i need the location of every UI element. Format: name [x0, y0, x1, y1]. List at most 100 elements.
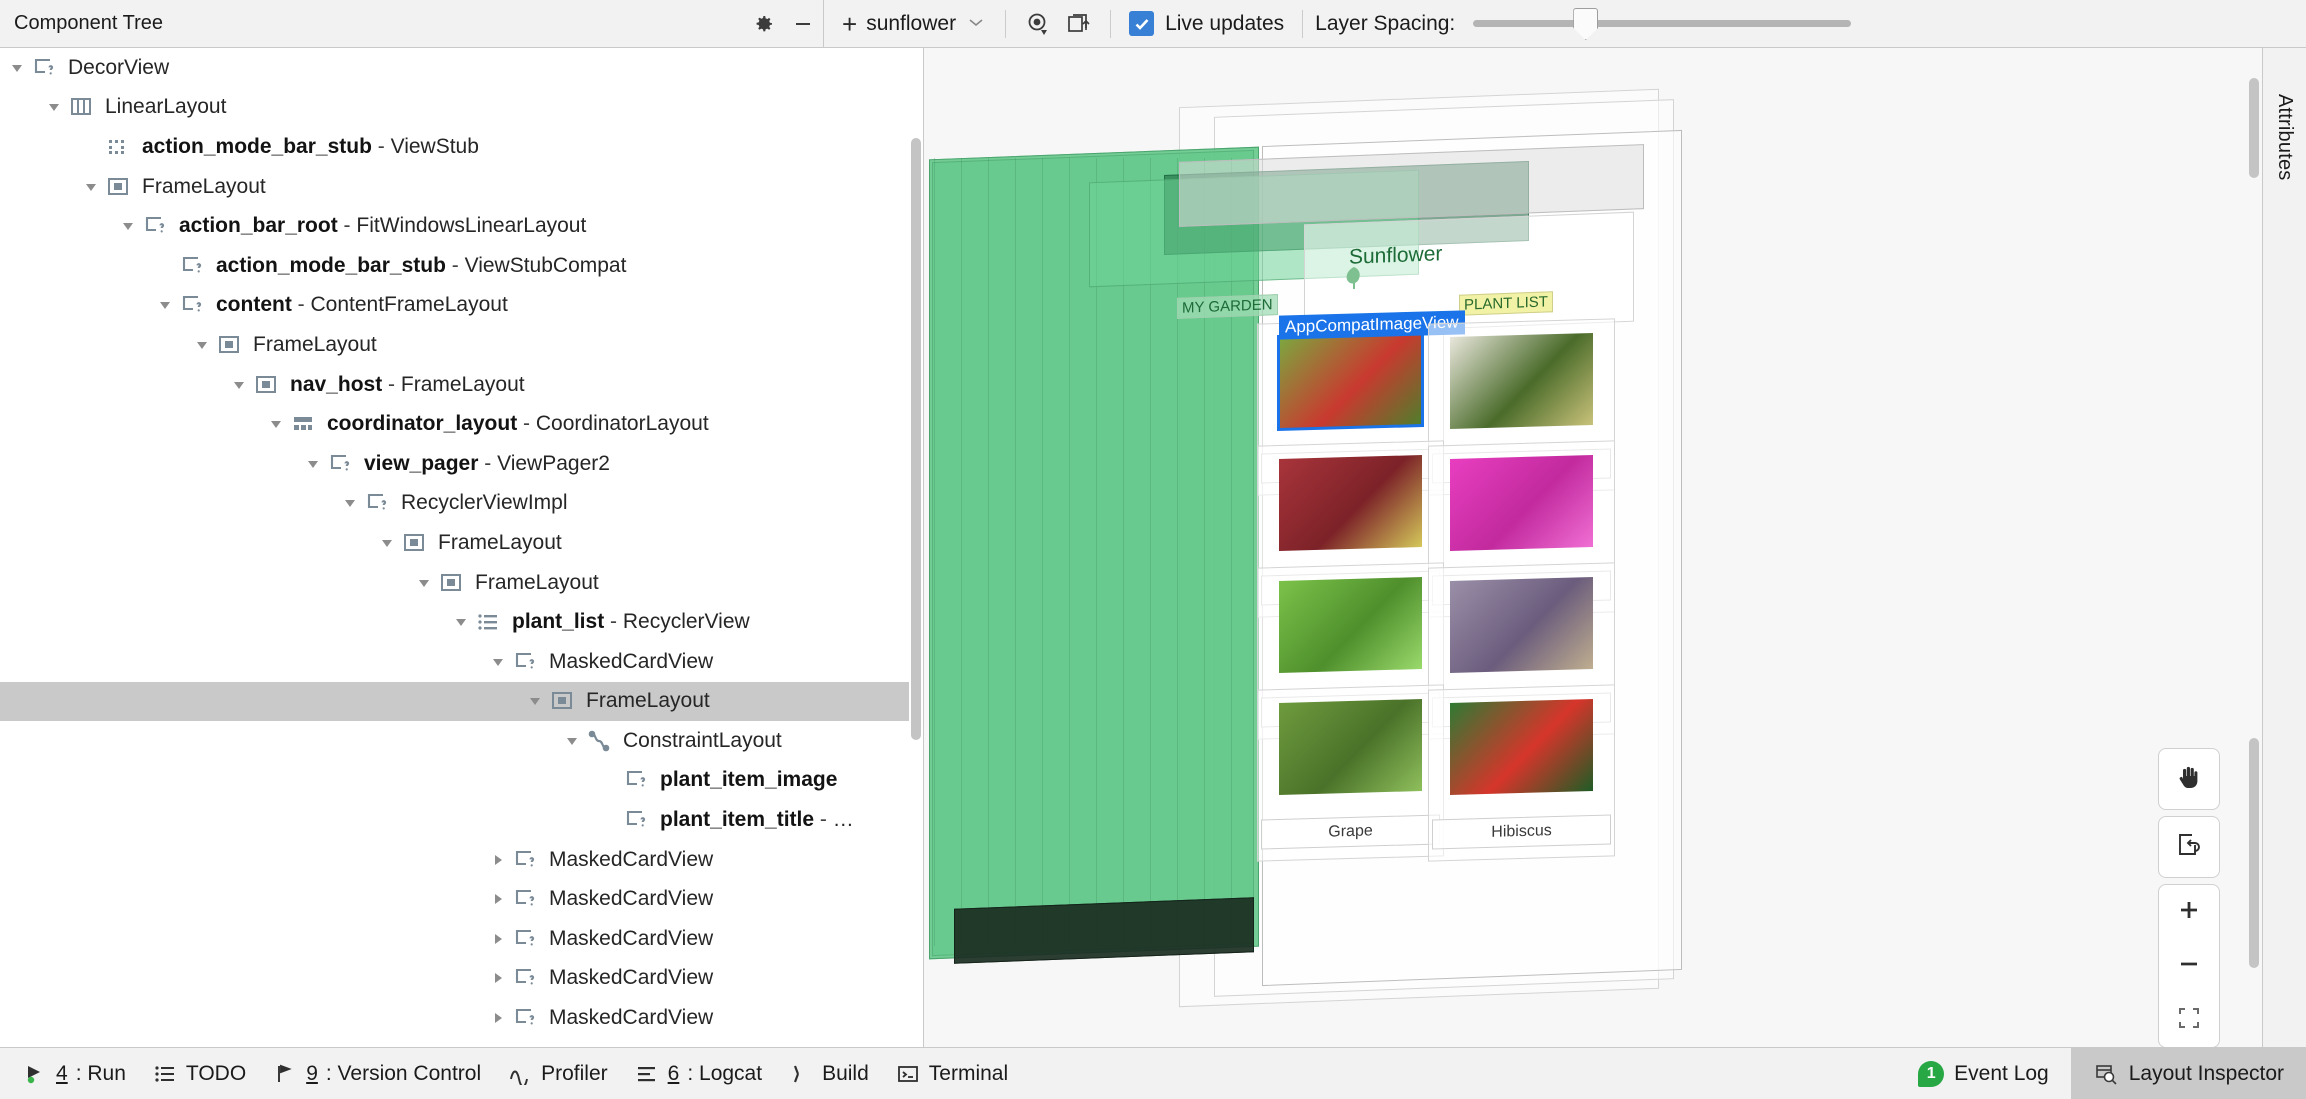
- live-updates-checkbox[interactable]: [1129, 11, 1155, 36]
- status-bar-item[interactable]: 4: Run: [14, 1056, 144, 1092]
- pan-tool-button[interactable]: [2158, 748, 2220, 810]
- chevron-down-icon[interactable]: [43, 96, 65, 118]
- tree-row[interactable]: MaskedCardView: [0, 840, 923, 880]
- chevron-down-icon[interactable]: [228, 374, 250, 396]
- framelayout-icon: [106, 174, 136, 200]
- tree-row[interactable]: MaskedCardView: [0, 1038, 923, 1047]
- preview-scrollbar[interactable]: [2246, 48, 2262, 1047]
- chevron-down-icon[interactable]: [561, 730, 583, 752]
- plant-item-image[interactable]: [1450, 699, 1593, 795]
- preview-scrollbar-thumb[interactable]: [2249, 738, 2259, 968]
- chevron-right-icon[interactable]: [487, 967, 509, 989]
- status-tab-layout-inspector[interactable]: Layout Inspector: [2070, 1047, 2306, 1099]
- chevron-down-icon[interactable]: [450, 611, 472, 633]
- tree-row[interactable]: plant_item_title - …: [0, 800, 923, 840]
- status-bar-item[interactable]: 9: Version Control: [264, 1056, 499, 1092]
- chevron-down-icon[interactable]: [413, 572, 435, 594]
- status-bar-item[interactable]: Terminal: [887, 1056, 1026, 1092]
- tree-row[interactable]: MaskedCardView: [0, 959, 923, 999]
- plant-item-image[interactable]: [1450, 577, 1593, 673]
- tree-row[interactable]: FrameLayout: [0, 681, 923, 722]
- tab-my-garden[interactable]: MY GARDEN: [1177, 294, 1278, 319]
- layer-spacing-slider-thumb[interactable]: [1573, 8, 1599, 40]
- chevron-down-icon[interactable]: [191, 334, 213, 356]
- tree-row[interactable]: action_mode_bar_stub - ViewStub: [0, 127, 923, 167]
- tree-row[interactable]: FrameLayout: [0, 167, 923, 207]
- attributes-tab-label[interactable]: Attributes: [2273, 94, 2296, 180]
- zoom-out-button[interactable]: [2159, 939, 2219, 993]
- chevron-right-icon[interactable]: [487, 928, 509, 950]
- tree-row-label: RecyclerViewImpl: [401, 491, 568, 515]
- status-bar-item[interactable]: TODO: [144, 1056, 264, 1092]
- chevron-right-icon[interactable]: [487, 849, 509, 871]
- scrollbar-thumb[interactable]: [911, 138, 921, 740]
- chevron-down-icon[interactable]: [154, 294, 176, 316]
- chevron-right-icon[interactable]: [487, 1007, 509, 1029]
- live-updates-label: Live updates: [1165, 11, 1285, 35]
- plant-item-image[interactable]: [1279, 699, 1422, 795]
- tree-row[interactable]: action_bar_root - FitWindowsLinearLayout: [0, 206, 923, 246]
- tree-row[interactable]: FrameLayout: [0, 325, 923, 365]
- plant-item-title[interactable]: Grape: [1261, 814, 1440, 850]
- status-bar-item[interactable]: 6: Logcat: [626, 1056, 780, 1092]
- plant-item-image[interactable]: [1450, 333, 1593, 429]
- tree-row[interactable]: FrameLayout: [0, 523, 923, 563]
- chevron-down-icon[interactable]: [487, 651, 509, 673]
- tree-row[interactable]: DecorView: [0, 48, 923, 88]
- layout-preview-canvas[interactable]: SunflowerMY GARDENPLANT LISTAppleAppComp…: [924, 48, 2262, 1047]
- tree-row[interactable]: RecyclerViewImpl: [0, 484, 923, 524]
- tree-row[interactable]: FrameLayout: [0, 563, 923, 603]
- tree-row[interactable]: MaskedCardView: [0, 879, 923, 919]
- status-bar-item[interactable]: Profiler: [499, 1056, 626, 1092]
- gear-icon[interactable]: [743, 4, 783, 44]
- tree-row[interactable]: plant_item_image: [0, 761, 923, 801]
- layer-spacing-slider[interactable]: [1473, 8, 1852, 40]
- zoom-to-fit-button[interactable]: [2159, 993, 2219, 1047]
- tree-row-label: plant_list - RecyclerView: [512, 610, 750, 634]
- status-item-shortcut: 6: [667, 1061, 680, 1085]
- green-layer-edge: [1042, 157, 1043, 947]
- preview-scrollbar-thumb-top[interactable]: [2249, 78, 2259, 178]
- plant-item-image[interactable]: [1277, 330, 1424, 432]
- snapshot-icon[interactable]: [1058, 4, 1098, 44]
- tab-plant-list[interactable]: PLANT LIST: [1459, 291, 1553, 316]
- reset-view-button[interactable]: [2158, 816, 2220, 878]
- component-tree-scrollbar[interactable]: [909, 48, 923, 1047]
- chevron-right-icon[interactable]: [487, 888, 509, 910]
- live-updates-toggle[interactable]: Live updates: [1123, 11, 1290, 36]
- tree-row[interactable]: ConstraintLayout: [0, 721, 923, 761]
- chevron-down-icon[interactable]: [6, 57, 28, 79]
- tree-row[interactable]: plant_list - RecyclerView: [0, 602, 923, 642]
- chevron-down-icon[interactable]: [376, 532, 398, 554]
- component-tree-list[interactable]: DecorView LinearLayout action_mode_bar_stu…: [0, 48, 923, 1047]
- status-item-shortcut: 9: [306, 1061, 318, 1085]
- tree-row[interactable]: action_mode_bar_stub - ViewStubCompat: [0, 246, 923, 286]
- minimize-icon[interactable]: [783, 4, 823, 44]
- chevron-down-icon[interactable]: [302, 453, 324, 475]
- chevron-down-icon[interactable]: [265, 413, 287, 435]
- status-bar-item[interactable]: Build: [780, 1056, 887, 1092]
- tree-row[interactable]: MaskedCardView: [0, 998, 923, 1038]
- chevron-down-icon[interactable]: [524, 690, 546, 712]
- inspector-toolbar: + sunflower Live updates Layer Spacing:: [824, 0, 2306, 47]
- zoom-in-button[interactable]: [2159, 885, 2219, 939]
- chevron-down-icon[interactable]: [117, 215, 139, 237]
- chevron-down-icon[interactable]: [339, 492, 361, 514]
- status-tab-event-log[interactable]: 1 Event Log: [1896, 1048, 2071, 1099]
- plant-item-image[interactable]: [1279, 577, 1422, 673]
- plant-item-title[interactable]: Hibiscus: [1432, 814, 1611, 850]
- tree-row[interactable]: MaskedCardView: [0, 642, 923, 682]
- tree-row[interactable]: coordinator_layout - CoordinatorLayout: [0, 404, 923, 444]
- tree-row[interactable]: view_pager - ViewPager2: [0, 444, 923, 484]
- add-process-icon: +: [842, 8, 858, 39]
- tree-row[interactable]: content - ContentFrameLayout: [0, 286, 923, 326]
- tree-row[interactable]: LinearLayout: [0, 88, 923, 128]
- chevron-down-icon[interactable]: [80, 176, 102, 198]
- plant-item-image[interactable]: [1450, 455, 1593, 551]
- render-mode-icon[interactable]: [1018, 4, 1058, 44]
- process-name: sunflower: [866, 11, 957, 35]
- process-selector[interactable]: + sunflower: [834, 9, 993, 39]
- tree-row[interactable]: MaskedCardView: [0, 919, 923, 959]
- tree-row[interactable]: nav_host - FrameLayout: [0, 365, 923, 405]
- plant-item-image[interactable]: [1279, 455, 1422, 551]
